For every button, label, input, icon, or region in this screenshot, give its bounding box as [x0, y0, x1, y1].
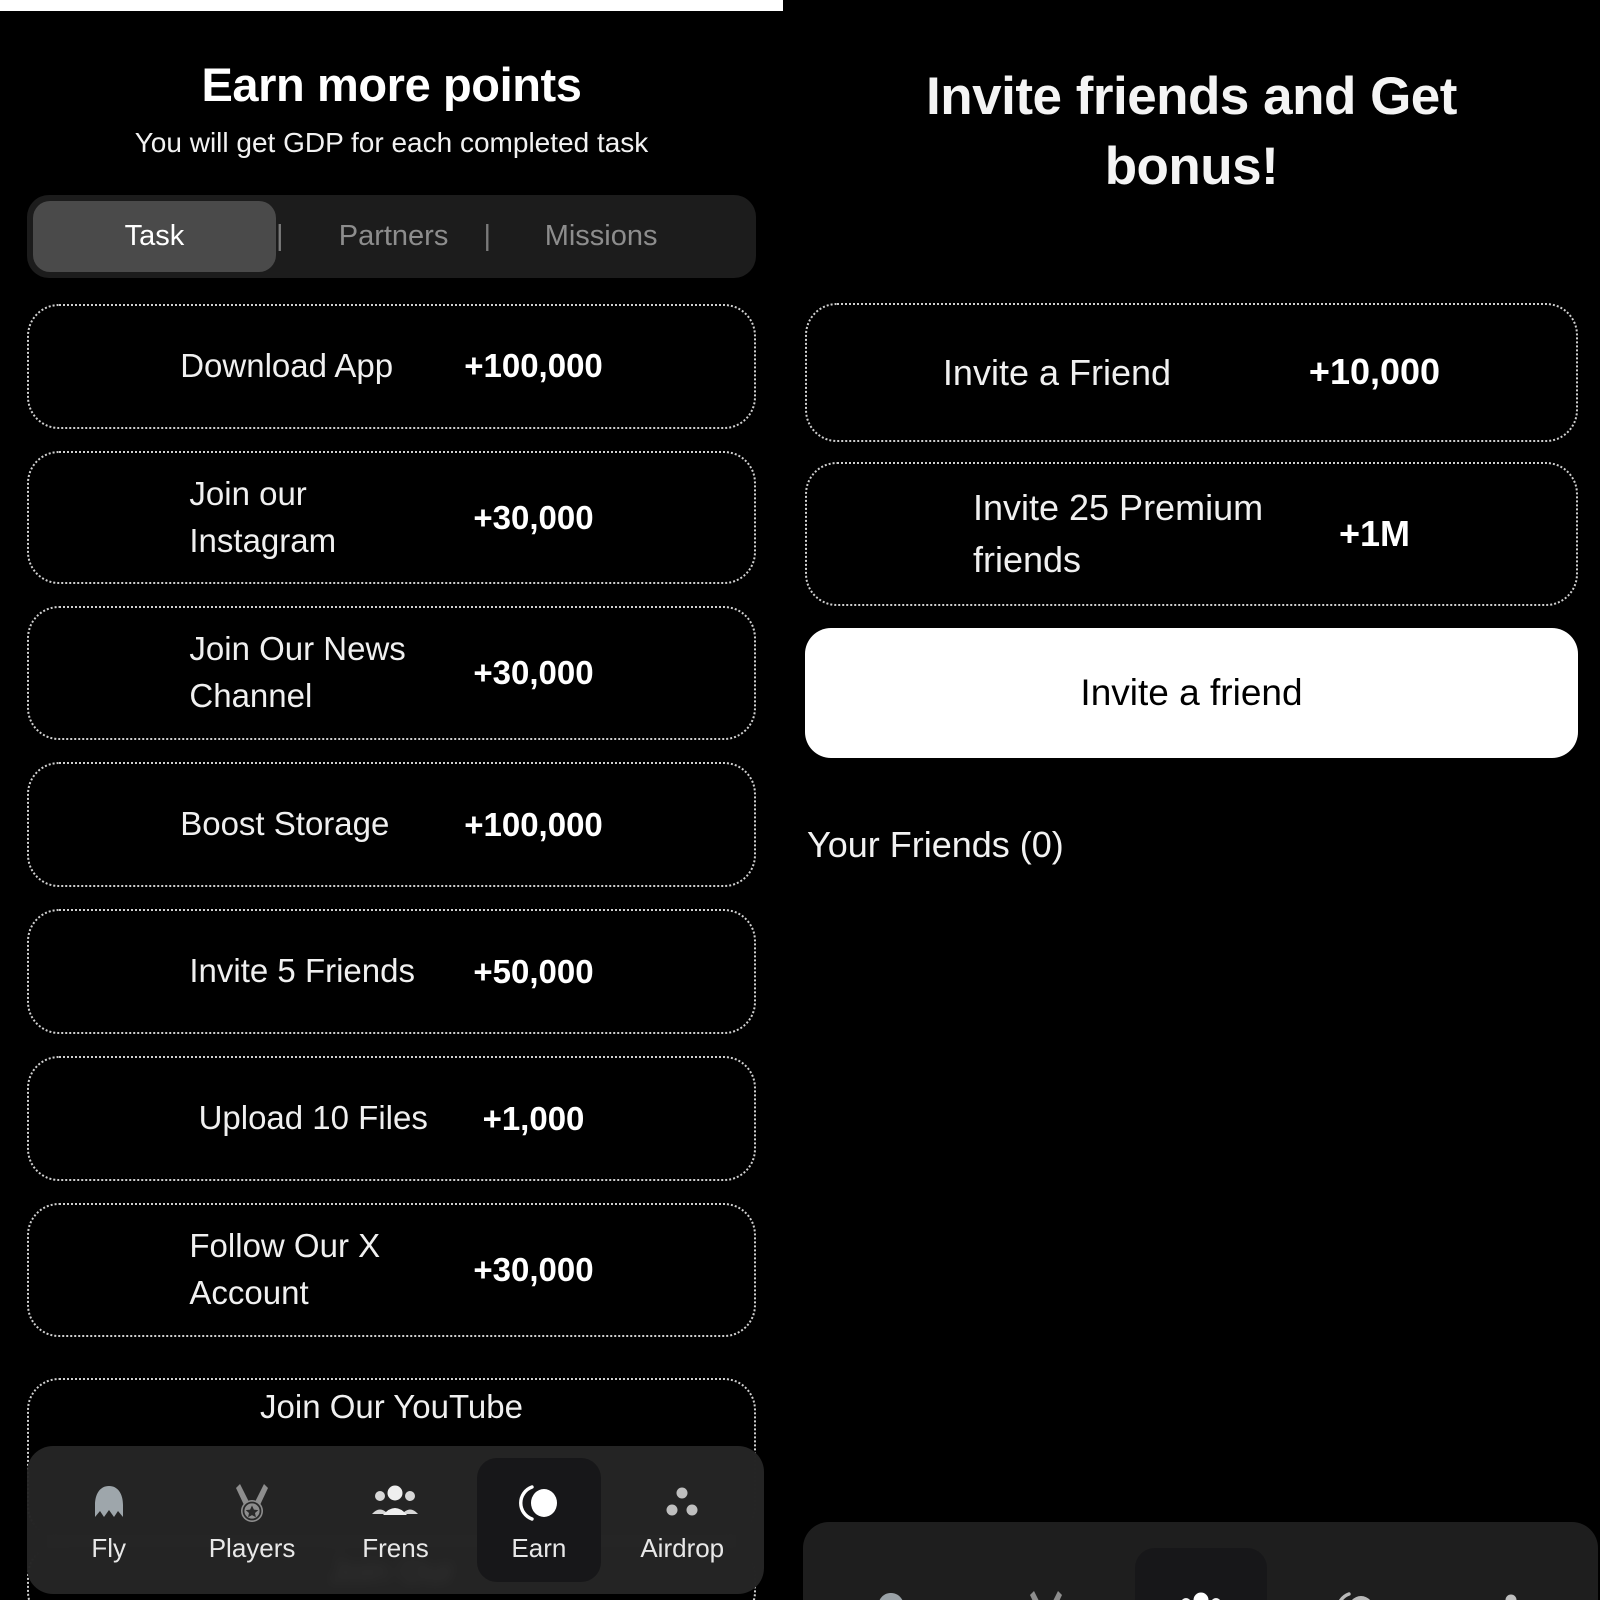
invite-card[interactable]: Invite 25 Premium friends +1M — [805, 461, 1578, 606]
task-label: Boost Storage — [180, 805, 390, 843]
people-group-icon — [1177, 1587, 1225, 1600]
task-label: Invite 5 Friends — [189, 952, 415, 990]
task-tabs: Task | Partners | Missions — [27, 194, 756, 278]
invite-card-label: Invite a Friend — [942, 351, 1172, 393]
task-label-partial: Join Our YouTube — [260, 1388, 523, 1425]
tab-missions[interactable]: Missions — [511, 201, 691, 272]
task-card[interactable]: Upload 10 Files +1,000 — [27, 1056, 756, 1182]
bottom-navigation-right — [803, 1522, 1598, 1600]
frens-panel: Invite friends and Get bonus! Invite a F… — [783, 0, 1600, 1600]
coin-moon-icon — [515, 1480, 563, 1526]
nav-item-earn[interactable] — [1290, 1548, 1422, 1600]
invite-a-friend-button[interactable]: Invite a friend — [805, 627, 1578, 758]
task-label: Follow Our X Account — [189, 1227, 381, 1311]
bottom-navigation: Fly Players Frens Earn Airdrop — [27, 1446, 764, 1594]
tab-task[interactable]: Task — [33, 200, 276, 272]
nav-item-earn[interactable]: Earn — [476, 1458, 601, 1582]
task-value: +30,000 — [473, 654, 594, 692]
three-dots-icon — [660, 1480, 704, 1526]
people-group-icon — [371, 1480, 419, 1526]
tab-task-label: Task — [124, 219, 185, 252]
tab-separator-2: | — [483, 219, 492, 252]
task-card[interactable]: Join Our News Channel +30,000 — [27, 606, 756, 741]
invite-card-value: +10,000 — [1308, 351, 1441, 393]
task-label: Join our Instagram — [189, 474, 337, 559]
nav-label-players: Players — [208, 1532, 296, 1563]
nav-item-fly[interactable]: Fly — [47, 1458, 171, 1582]
task-value: +1,000 — [482, 1099, 585, 1137]
task-value: +100,000 — [464, 347, 603, 385]
nav-item-airdrop[interactable]: Airdrop — [620, 1458, 744, 1582]
frens-scroll-area[interactable]: Invite friends and Get bonus! Invite a F… — [783, 0, 1600, 1600]
nav-item-frens[interactable] — [1134, 1548, 1267, 1600]
tab-missions-label: Missions — [544, 219, 658, 252]
tab-partners-label: Partners — [338, 219, 449, 252]
task-value: +50,000 — [473, 952, 594, 990]
task-label: Download App — [180, 346, 394, 384]
medal-icon — [1024, 1587, 1068, 1600]
medal-icon — [230, 1480, 274, 1526]
task-card[interactable]: Invite 5 Friends +50,000 — [27, 909, 756, 1035]
ghost-rocket-icon — [869, 1587, 913, 1600]
tab-partners[interactable]: Partners — [304, 201, 484, 272]
tab-separator-1: | — [276, 219, 284, 252]
coin-moon-icon — [1332, 1587, 1380, 1600]
task-value: +100,000 — [464, 805, 603, 843]
three-dots-icon — [1489, 1587, 1533, 1600]
earn-scroll-area[interactable]: Earn more points You will get GDP for ea… — [0, 11, 783, 1600]
nav-label-fly: Fly — [91, 1532, 127, 1563]
page-title: Earn more points — [201, 58, 582, 111]
task-card[interactable]: Join our Instagram +30,000 — [27, 450, 756, 585]
nav-label-frens: Frens — [362, 1532, 429, 1563]
invite-card-value: +1M — [1338, 512, 1411, 554]
task-card[interactable]: Follow Our X Account +30,000 — [27, 1203, 756, 1337]
nav-item-airdrop[interactable] — [1445, 1548, 1577, 1600]
nav-item-frens[interactable]: Frens — [333, 1458, 457, 1582]
invite-card[interactable]: Invite a Friend +10,000 — [805, 302, 1578, 442]
task-label: Upload 10 Files — [198, 1099, 428, 1137]
invite-card-label: Invite 25 Premium friends — [972, 486, 1264, 580]
your-friends-heading: Your Friends (0) — [807, 823, 1064, 865]
page-subtitle: You will get GDP for each completed task — [134, 127, 649, 159]
nav-item-players[interactable] — [980, 1548, 1112, 1600]
nav-item-fly[interactable] — [825, 1548, 957, 1600]
nav-item-players[interactable]: Players — [190, 1458, 314, 1582]
nav-label-earn: Earn — [511, 1532, 567, 1563]
task-label: Join Our News Channel — [189, 630, 406, 715]
app-screen: Earn more points You will get GDP for ea… — [0, 0, 1600, 1600]
earn-panel: Earn more points You will get GDP for ea… — [0, 0, 783, 1600]
invite-page-title: Invite friends and Get bonus! — [926, 67, 1457, 197]
task-value: +30,000 — [473, 1250, 594, 1288]
ghost-rocket-icon — [87, 1480, 131, 1526]
task-value: +30,000 — [473, 498, 594, 536]
task-card[interactable]: Download App +100,000 — [27, 303, 756, 429]
nav-label-airdrop: Airdrop — [640, 1532, 725, 1563]
task-card[interactable]: Boost Storage +100,000 — [27, 762, 756, 888]
